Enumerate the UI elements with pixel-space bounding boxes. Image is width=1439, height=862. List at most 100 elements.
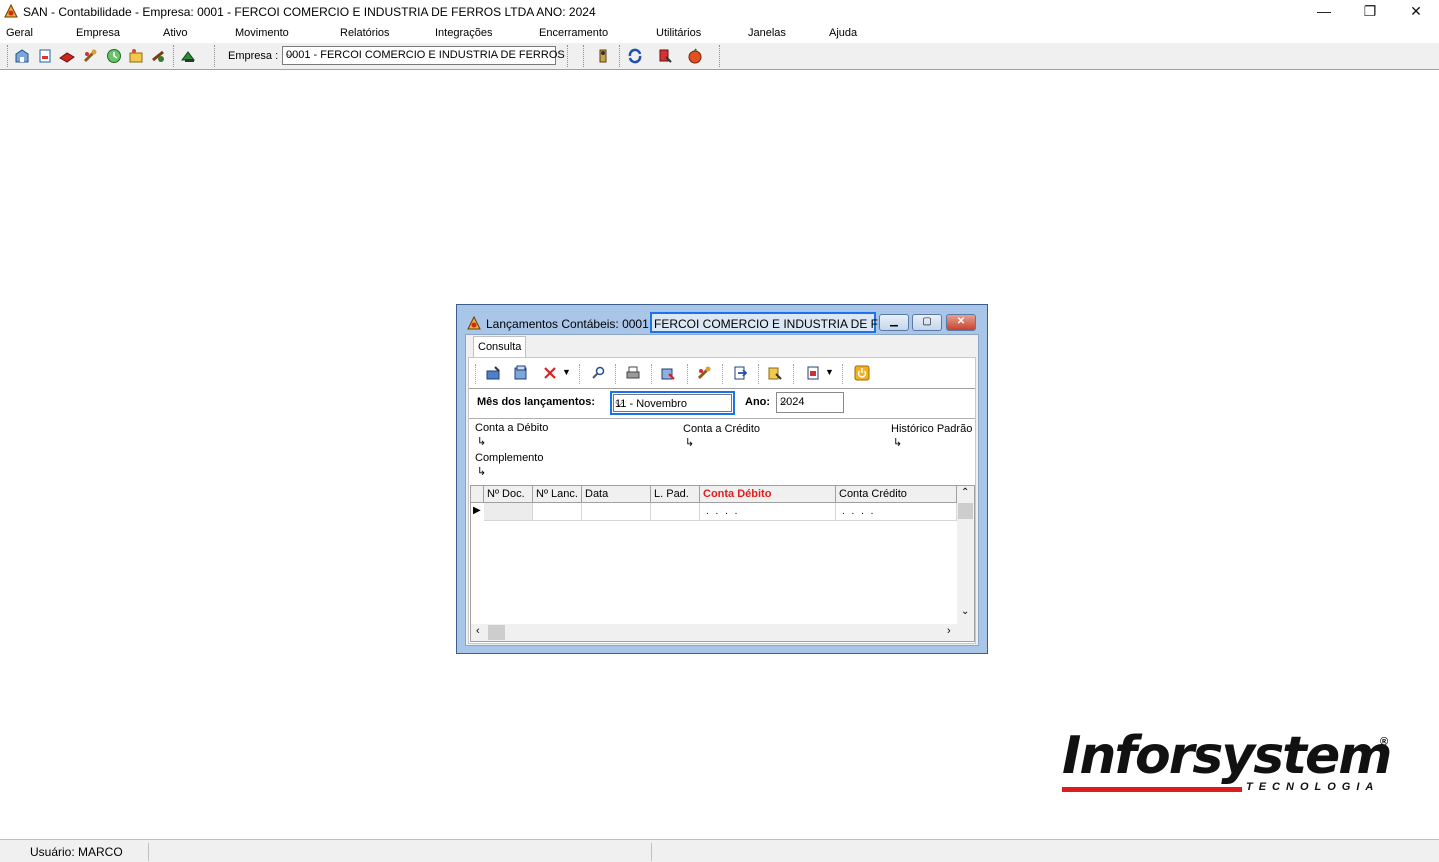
col-header-lpad-label: L. Pad. [654,488,689,500]
grid-cell[interactable] [651,503,700,521]
companies-icon[interactable] [14,48,30,64]
menu-movimento[interactable]: Movimento [235,27,289,39]
search-icon[interactable] [590,365,606,381]
mes-label: Mês dos lançamentos: [477,396,595,408]
historico-label: Histórico Padrão [891,423,973,435]
col-header-conta-debito[interactable]: Conta Débito [700,486,836,503]
conta-credito-label: Conta a Crédito [683,423,761,435]
toolbar-separator [793,364,795,384]
status-bar: Usuário: MARCO [0,839,1439,862]
delete-icon[interactable] [542,365,558,381]
menu-utilitarios[interactable]: Utilitários [656,27,701,39]
export-icon[interactable] [732,365,748,381]
grid-cell[interactable]: . . . . [700,503,836,521]
folder-icon[interactable] [767,365,783,381]
conta-debito-label: Conta a Débito [475,422,549,434]
grid-cell[interactable] [533,503,582,521]
menu-janelas[interactable]: Janelas [748,27,786,39]
edit-icon[interactable] [513,365,529,381]
book-icon[interactable] [59,48,75,64]
chevron-down-icon[interactable]: ▼ [825,367,834,377]
cell-conta-debito: . . . . [706,506,740,517]
horizontal-scroll-thumb[interactable] [488,625,505,640]
chevron-down-icon: ⌵ [286,48,295,60]
tools-icon[interactable] [82,48,98,64]
child-maximize-button[interactable]: ▢ [912,314,942,331]
report-icon[interactable] [657,48,673,64]
historico-value: ↳ [893,437,903,449]
toolbar-separator [173,45,176,67]
clock-icon[interactable] [106,48,122,64]
vertical-scrollbar[interactable]: ⌃ ⌄ [957,486,974,625]
row-indicator-header [471,486,484,503]
cart-icon[interactable] [151,48,167,64]
maximize-button[interactable]: ❐ [1347,0,1393,24]
complemento-value: ↳ [477,466,487,478]
col-header-doc[interactable]: Nº Doc. [484,486,533,503]
chevron-down-icon: ⌵ [615,397,624,409]
grid-cell[interactable] [484,503,533,521]
horizontal-scrollbar[interactable]: ‹ › [471,624,974,641]
scroll-down-icon[interactable]: ⌄ [961,606,969,617]
chevron-down-icon[interactable]: ▼ [562,367,571,377]
exit-icon[interactable] [180,48,196,64]
col-header-lpad[interactable]: L. Pad. [651,486,700,503]
user-icon[interactable] [595,48,611,64]
box-icon[interactable] [128,48,144,64]
child-close-button[interactable]: ✕ [946,314,976,331]
new-record-icon[interactable] [485,365,501,381]
col-header-conta-credito-label: Conta Crédito [839,488,907,500]
logo-registered: ® [1380,736,1389,748]
col-header-doc-label: Nº Doc. [487,488,525,500]
tab-consulta[interactable]: Consulta [473,336,526,358]
menu-integracoes[interactable]: Integrações [435,27,492,39]
menu-encerramento[interactable]: Encerramento [539,27,608,39]
menu-ajuda[interactable]: Ajuda [829,27,857,39]
status-separator [148,843,149,861]
mes-select[interactable]: 11 - Novembro ⌵ [610,391,735,415]
app-icon [4,3,18,18]
vertical-scroll-thumb[interactable] [958,503,973,519]
child-title-highlight: FERCOI COMERCIO E INDUSTRIA DE FER... [650,312,905,333]
calculator-icon[interactable] [687,48,703,64]
toolbar-grip-2 [214,45,217,67]
power-icon[interactable] [854,365,870,381]
refresh-icon[interactable] [627,48,643,64]
title-bar: SAN - Contabilidade - Empresa: 0001 - FE… [0,0,1439,24]
menu-ativo[interactable]: Ativo [163,27,187,39]
row-indicator[interactable]: ▶ [471,503,484,521]
col-header-data[interactable]: Data [582,486,651,503]
menu-relatorios[interactable]: Relatórios [340,27,390,39]
toolbar-separator [651,364,653,384]
close-button[interactable]: ✕ [1393,0,1439,24]
import-icon[interactable] [660,365,676,381]
ano-select[interactable]: 2024 ⌵ [776,392,844,413]
report-icon[interactable] [805,365,821,381]
scroll-up-icon[interactable]: ⌃ [961,487,969,498]
chevron-down-icon: ⌵ [780,395,789,407]
col-header-lanc[interactable]: Nº Lanc. [533,486,582,503]
menu-empresa[interactable]: Empresa [76,27,120,39]
menu-geral[interactable]: Geral [6,27,33,39]
toolbar-separator [722,364,724,384]
scroll-right-icon[interactable]: › [947,625,951,637]
col-header-conta-credito[interactable]: Conta Crédito [836,486,957,503]
print-icon[interactable] [625,365,641,381]
scroll-left-icon[interactable]: ‹ [476,625,480,637]
child-minimize-button[interactable]: ▁ [879,314,909,331]
window-icon [467,315,481,330]
toolbar-separator [579,364,581,384]
child-title: Lançamentos Contábeis: 0001 - [486,317,657,331]
tools-icon[interactable] [696,365,712,381]
status-user: Usuário: MARCO [30,845,123,859]
lancamentos-grid[interactable]: Nº Doc. Nº Lanc. Data L. Pad. Conta Débi… [470,485,975,642]
document-icon[interactable] [37,48,53,64]
minimize-button[interactable]: — [1301,0,1347,24]
toolbar-divider [469,388,975,389]
child-title-company: FERCOI COMERCIO E INDUSTRIA DE FER... [654,317,905,331]
grid-cell[interactable]: . . . . [836,503,957,521]
empresa-select[interactable]: 0001 - FERCOI COMERCIO E INDUSTRIA DE FE… [282,46,565,65]
col-header-conta-debito-label: Conta Débito [703,488,772,500]
grid-cell[interactable] [582,503,651,521]
toolbar-separator [687,364,689,384]
